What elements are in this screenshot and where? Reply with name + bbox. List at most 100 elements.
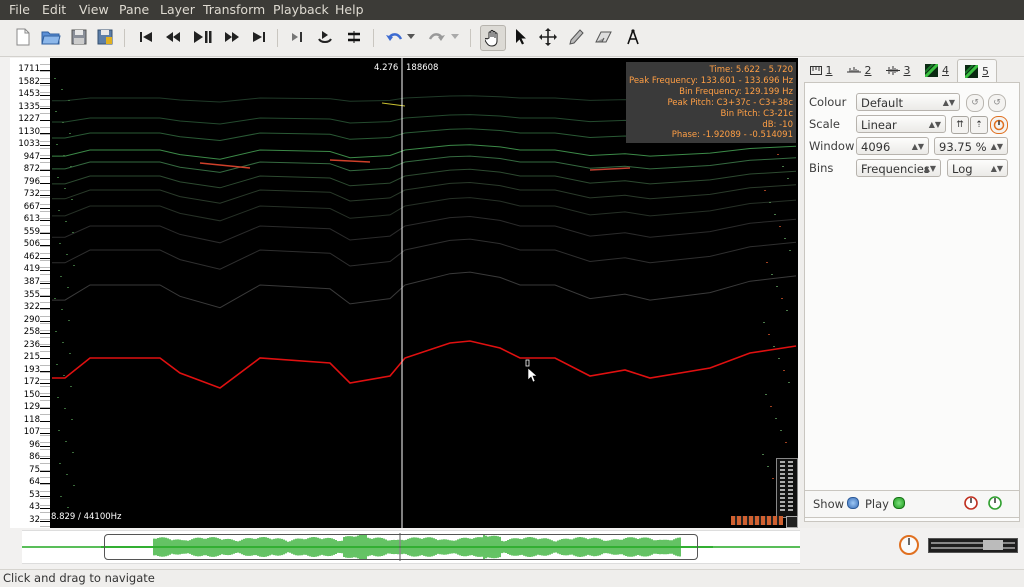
- menu-view[interactable]: View: [79, 2, 109, 17]
- readout-bin-pitch: Bin Pitch: C3-21c: [720, 108, 793, 119]
- colour-select[interactable]: Default ▲▼: [856, 93, 960, 111]
- status-bar: Click and drag to navigate: [0, 569, 1024, 587]
- fast-forward-icon[interactable]: [221, 26, 243, 48]
- play-pause-icon[interactable]: [192, 26, 214, 48]
- play-selection-icon[interactable]: [286, 26, 308, 48]
- noise-speck: [774, 214, 776, 215]
- noise-speck: [69, 133, 71, 134]
- menu-edit[interactable]: Edit: [42, 2, 66, 17]
- cursor-readout: Time: 5.622 - 5.720 Peak Frequency: 133.…: [626, 62, 796, 144]
- harmonic-highlight: [199, 162, 251, 169]
- noise-speck: [782, 166, 784, 167]
- noise-speck: [67, 507, 69, 508]
- harmonic-highlight: [329, 159, 371, 163]
- window-label: Window: [809, 139, 855, 153]
- harmonic-trace: [52, 271, 797, 309]
- spectrogram-pane[interactable]: 1711 1582 1453 1335 1227 1130 1033 947 872 796 732…: [10, 58, 798, 528]
- gain-dial-icon[interactable]: [990, 116, 1008, 134]
- noise-speck: [784, 238, 786, 239]
- noise-speck: [767, 466, 769, 467]
- harmonic-trace: [52, 215, 797, 244]
- noise-speck: [786, 310, 788, 311]
- measure-icon[interactable]: [622, 26, 644, 48]
- rewind-start-icon[interactable]: [135, 26, 157, 48]
- play-toggle[interactable]: [893, 497, 905, 509]
- bins-scale-select[interactable]: Log ▲▼: [947, 159, 1008, 177]
- normalize-view-icon[interactable]: ⇡: [970, 116, 988, 134]
- show-toggle[interactable]: [847, 497, 859, 509]
- layer-properties-panel: 1 2 3 4 5 Colour Default ▲▼ ↺ ↺ Scale Lin…: [800, 58, 1024, 528]
- noise-speck: [769, 202, 771, 203]
- ffwd-end-icon[interactable]: [248, 26, 270, 48]
- tab-5[interactable]: 5: [957, 59, 997, 82]
- noise-speck: [69, 353, 71, 354]
- noise-speck: [58, 430, 60, 431]
- menu-pane[interactable]: Pane: [119, 2, 149, 17]
- overview-viewport[interactable]: [104, 534, 698, 560]
- cursor-marker: [525, 359, 530, 367]
- noise-speck: [56, 364, 58, 365]
- save-icon[interactable]: [68, 26, 90, 48]
- menu-help[interactable]: Help: [335, 2, 364, 17]
- noise-speck: [68, 100, 70, 101]
- noise-speck: [54, 298, 56, 299]
- redo-history-icon[interactable]: [449, 26, 461, 48]
- normalize-columns-icon[interactable]: ⇈: [951, 116, 969, 134]
- vertical-zoom-slider[interactable]: [776, 458, 798, 518]
- waveform-icon: [885, 65, 900, 75]
- noise-speck: [773, 346, 775, 347]
- move-icon[interactable]: [537, 26, 559, 48]
- noise-speck: [788, 382, 790, 383]
- show-play-row: Show Play: [804, 490, 1020, 518]
- noise-speck: [763, 322, 765, 323]
- tab-4[interactable]: 4: [920, 59, 954, 81]
- colour-reset-icon[interactable]: ↺: [966, 94, 984, 112]
- noise-speck: [59, 463, 61, 464]
- solo-icon[interactable]: [343, 26, 365, 48]
- playback-speed-knob-icon[interactable]: [898, 534, 920, 556]
- playhead-time: 4.276: [374, 63, 399, 73]
- redo-icon[interactable]: [426, 26, 448, 48]
- noise-speck: [770, 406, 772, 407]
- tab-2[interactable]: 2: [842, 59, 876, 81]
- noise-speck: [62, 342, 64, 343]
- colour-default-icon[interactable]: ↺: [988, 94, 1006, 112]
- noise-speck: [67, 287, 69, 288]
- undo-icon[interactable]: [383, 26, 405, 48]
- menu-transform[interactable]: Transform: [203, 2, 265, 17]
- loop-icon[interactable]: [314, 26, 336, 48]
- noise-speck: [780, 430, 782, 431]
- harmonic-trace: [52, 155, 797, 173]
- harmonic-trace: [52, 144, 797, 160]
- menu-layer[interactable]: Layer: [160, 2, 195, 17]
- window-overlap-select[interactable]: 93.75 % ▲▼: [934, 137, 1008, 155]
- draw-pencil-icon[interactable]: [565, 26, 587, 48]
- menu-file[interactable]: File: [9, 2, 30, 17]
- bins-select[interactable]: Frequencies ▲▼: [856, 159, 941, 177]
- navigate-hand-icon[interactable]: [480, 25, 506, 51]
- noise-speck: [785, 442, 787, 443]
- save-as-icon[interactable]: [94, 26, 116, 48]
- gain-knob-icon[interactable]: [963, 495, 979, 511]
- tab-1[interactable]: 1: [804, 59, 838, 81]
- window-size-select[interactable]: 4096 ▲▼: [856, 137, 929, 155]
- erase-icon[interactable]: [593, 26, 615, 48]
- zoom-reset-button[interactable]: [786, 516, 798, 528]
- select-arrow-icon[interactable]: [509, 26, 531, 48]
- overview-strip[interactable]: [22, 530, 800, 564]
- tab-3[interactable]: 3: [881, 59, 915, 81]
- open-folder-icon[interactable]: [40, 26, 62, 48]
- noise-speck: [65, 441, 67, 442]
- menu-playback[interactable]: Playback: [273, 2, 329, 17]
- undo-history-icon[interactable]: [405, 26, 417, 48]
- fundamental-pitch-trace: [52, 340, 797, 389]
- noise-speck: [55, 331, 57, 332]
- new-session-icon[interactable]: [12, 26, 34, 48]
- noise-speck: [766, 262, 768, 263]
- horizontal-zoom-slider[interactable]: [731, 516, 783, 525]
- rewind-icon[interactable]: [162, 26, 184, 48]
- noise-speck: [63, 155, 65, 156]
- properties-box: Colour Default ▲▼ ↺ ↺ Scale Linear ▲▼ ⇈ ⇡ …: [804, 82, 1020, 522]
- pan-knob-icon[interactable]: [987, 495, 1003, 511]
- scale-select[interactable]: Linear ▲▼: [856, 115, 946, 133]
